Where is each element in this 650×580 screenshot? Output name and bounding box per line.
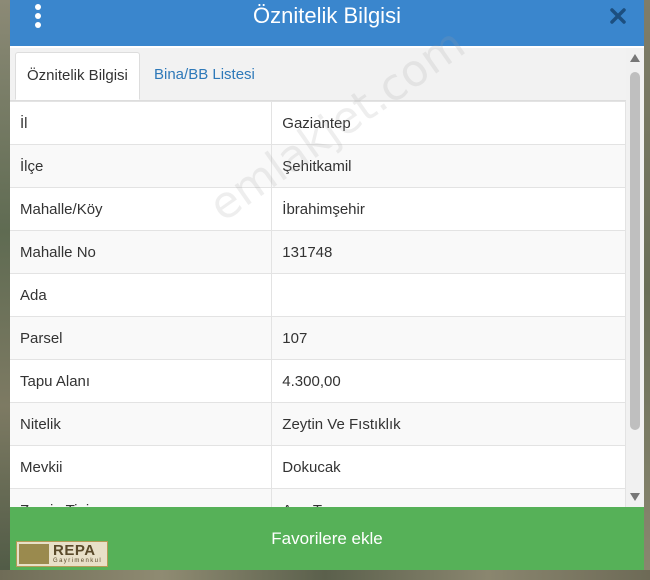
attribute-table-container[interactable]: İl Gaziantep İlçe Şehitkamil Mahalle/Köy… <box>10 101 626 507</box>
attribute-value: Şehitkamil <box>271 144 626 188</box>
table-row: Mahalle No 131748 <box>10 230 626 274</box>
scrollbar[interactable] <box>626 48 644 507</box>
dialog-title: Öznitelik Bilgisi <box>253 3 401 28</box>
close-icon[interactable] <box>608 6 628 26</box>
attribute-value: Ana Taşınmaz <box>271 488 626 507</box>
map-background-right <box>644 0 650 580</box>
attribute-label: Zemin Tipi <box>10 488 273 507</box>
attribute-label: Parsel <box>10 316 273 360</box>
attribute-value: Zeytin Ve Fıstıklık <box>271 402 626 446</box>
table-row: Mahalle/Köy İbrahimşehir <box>10 187 626 231</box>
table-row: Nitelik Zeytin Ve Fıstıklık <box>10 402 626 446</box>
logo-name: REPA <box>53 542 96 559</box>
repa-logo-mark-icon <box>19 544 49 564</box>
attribute-value: İbrahimşehir <box>271 187 626 231</box>
attribute-table: İl Gaziantep İlçe Şehitkamil Mahalle/Köy… <box>10 101 626 507</box>
attribute-label: Mevkii <box>10 445 273 489</box>
attribute-label: İlçe <box>10 144 273 188</box>
attribute-value: 131748 <box>271 230 626 274</box>
attribute-label: Tapu Alanı <box>10 359 273 403</box>
table-row: İlçe Şehitkamil <box>10 144 626 188</box>
attribute-label: Mahalle No <box>10 230 273 274</box>
map-background-bottom <box>0 570 650 580</box>
attribute-info-dialog: Öznitelik Bilgisi Öznitelik Bilgisi Bina… <box>10 0 644 570</box>
scroll-up-arrow-icon[interactable] <box>630 54 640 62</box>
scrollbar-thumb[interactable] <box>630 72 640 430</box>
attribute-value: Gaziantep <box>271 101 626 145</box>
table-row: Mevkii Dokucak <box>10 445 626 489</box>
logo-subtitle: Gayrimenkul <box>53 558 103 564</box>
attribute-label: Ada <box>10 273 273 317</box>
attribute-value: 107 <box>271 316 626 360</box>
tab-building-list[interactable]: Bina/BB Listesi <box>143 52 266 100</box>
attribute-label: Nitelik <box>10 402 273 446</box>
table-row: Parsel 107 <box>10 316 626 360</box>
scroll-down-arrow-icon[interactable] <box>630 493 640 501</box>
attribute-value: 4.300,00 <box>271 359 626 403</box>
map-background-left <box>0 0 10 580</box>
attribute-label: Mahalle/Köy <box>10 187 273 231</box>
tab-bar: Öznitelik Bilgisi Bina/BB Listesi <box>10 48 626 101</box>
tab-attribute-info[interactable]: Öznitelik Bilgisi <box>15 52 140 100</box>
repa-logo: REPA Gayrimenkul <box>16 541 108 567</box>
table-row: İl Gaziantep <box>10 101 626 145</box>
table-row: Ada <box>10 273 626 317</box>
table-row: Zemin Tipi Ana Taşınmaz <box>10 488 626 507</box>
attribute-label: İl <box>10 101 273 145</box>
attribute-value: Dokucak <box>271 445 626 489</box>
attribute-value <box>271 273 626 317</box>
dialog-titlebar: Öznitelik Bilgisi <box>10 0 644 46</box>
table-row: Tapu Alanı 4.300,00 <box>10 359 626 403</box>
